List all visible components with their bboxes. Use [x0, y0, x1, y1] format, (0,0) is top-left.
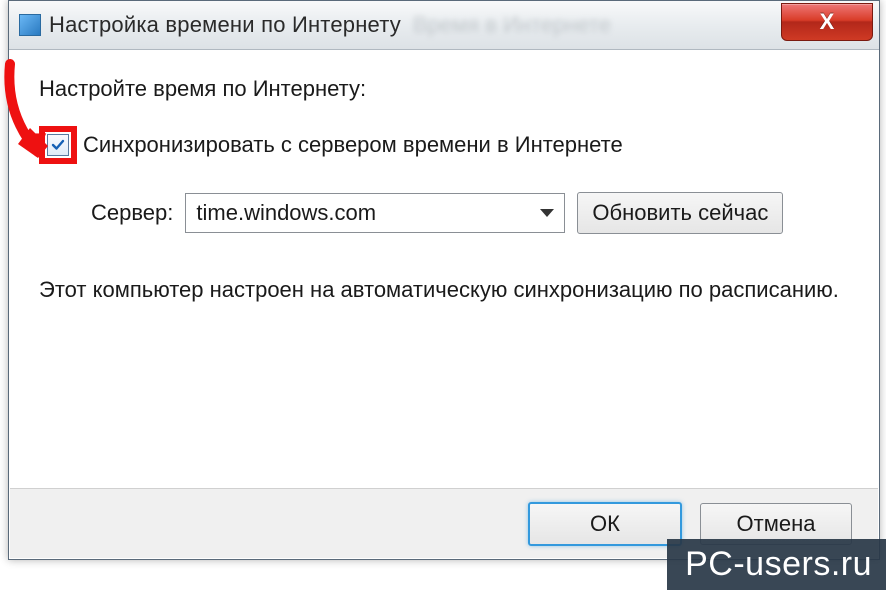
sync-checkbox-label[interactable]: Синхронизировать с сервером времени в Ин… — [83, 132, 623, 158]
sync-checkbox[interactable] — [47, 134, 69, 156]
window-title: Настройка времени по Интернету — [49, 12, 401, 38]
close-icon: X — [820, 9, 835, 35]
client-area: Настройте время по Интернету: Синхронизи… — [9, 50, 879, 488]
title-blurred-extra: Время в Интернете — [413, 12, 611, 38]
dialog-window: Настройка времени по Интернету Время в И… — [8, 0, 880, 560]
status-text: Этот компьютер настроен на автоматическу… — [39, 274, 839, 306]
server-combobox[interactable]: time.windows.com — [185, 193, 565, 233]
server-row: Сервер: time.windows.com Обновить сейчас — [91, 192, 849, 234]
ok-button[interactable]: ОК — [528, 502, 682, 546]
app-icon — [19, 14, 41, 36]
chevron-down-icon — [540, 209, 554, 217]
close-button[interactable]: X — [781, 3, 873, 41]
titlebar[interactable]: Настройка времени по Интернету Время в И… — [9, 1, 879, 50]
update-now-button[interactable]: Обновить сейчас — [577, 192, 783, 234]
heading-text: Настройте время по Интернету: — [39, 76, 849, 102]
server-label: Сервер: — [91, 200, 173, 226]
server-combobox-value: time.windows.com — [196, 200, 376, 226]
red-highlight-box — [39, 126, 77, 164]
sync-checkbox-row: Синхронизировать с сервером времени в Ин… — [39, 126, 849, 164]
checkmark-icon — [50, 137, 66, 153]
watermark: PC-users.ru — [667, 539, 886, 590]
